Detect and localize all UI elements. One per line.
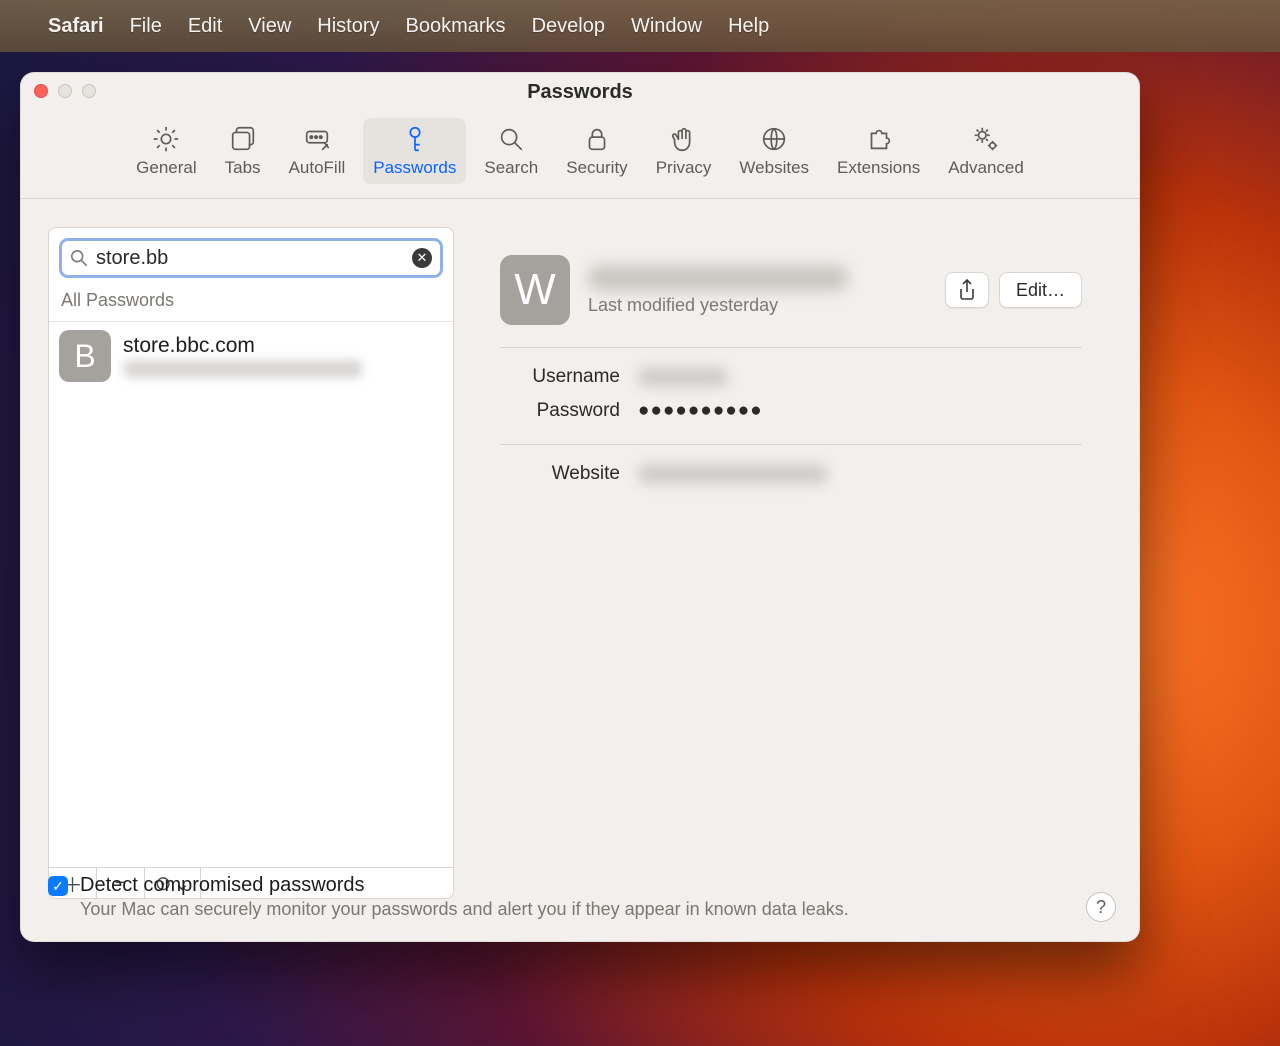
toolbar-extensions[interactable]: Extensions (827, 118, 930, 184)
detail-title-redacted (588, 265, 848, 291)
password-search-field[interactable]: ✕ (59, 238, 443, 278)
menu-view[interactable]: View (248, 15, 291, 38)
clear-search-button[interactable]: ✕ (412, 248, 432, 268)
search-icon (496, 124, 526, 154)
share-icon (957, 279, 977, 301)
preferences-toolbar: General Tabs AutoFill Passwords Search S… (20, 112, 1140, 199)
toolbar-tabs[interactable]: Tabs (215, 118, 271, 184)
entry-username-redacted (123, 360, 363, 378)
toolbar-privacy-label: Privacy (656, 158, 712, 178)
detail-avatar: W (500, 255, 570, 325)
detect-compromised-label: Detect compromised passwords (80, 874, 849, 897)
toolbar-search[interactable]: Search (474, 118, 548, 184)
menubar: Safari File Edit View History Bookmarks … (0, 0, 1280, 52)
username-label: Username (500, 366, 620, 388)
preferences-window: Passwords General Tabs AutoFill Password… (20, 72, 1140, 942)
entry-avatar: B (59, 330, 111, 382)
toolbar-tabs-label: Tabs (225, 158, 261, 178)
menu-bookmarks[interactable]: Bookmarks (406, 15, 506, 38)
toolbar-general-label: General (136, 158, 196, 178)
menu-develop[interactable]: Develop (532, 15, 605, 38)
password-search-input[interactable] (96, 247, 404, 270)
toolbar-security[interactable]: Security (556, 118, 637, 184)
menu-history[interactable]: History (317, 15, 379, 38)
toolbar-autofill-label: AutoFill (289, 158, 346, 178)
edit-button[interactable]: Edit… (999, 272, 1082, 308)
magnifier-icon (70, 249, 88, 267)
menu-file[interactable]: File (130, 15, 162, 38)
toolbar-advanced-label: Advanced (948, 158, 1024, 178)
window-footer: ✓ Detect compromised passwords Your Mac … (20, 858, 1140, 942)
password-detail-panel: W Last modified yesterday Edit… Username (470, 227, 1112, 899)
passwords-sidebar: ✕ All Passwords B store.bbc.com ＋ − (48, 227, 454, 899)
toolbar-advanced[interactable]: Advanced (938, 118, 1034, 184)
toolbar-general[interactable]: General (126, 118, 206, 184)
toolbar-security-label: Security (566, 158, 627, 178)
password-label: Password (500, 400, 620, 422)
gear-icon (151, 124, 181, 154)
gears-icon (971, 124, 1001, 154)
puzzle-icon (864, 124, 894, 154)
website-label: Website (500, 463, 620, 485)
password-entry[interactable]: B store.bbc.com (49, 322, 453, 390)
window-title: Passwords (20, 81, 1140, 104)
lock-icon (582, 124, 612, 154)
menu-window[interactable]: Window (631, 15, 702, 38)
toolbar-websites[interactable]: Websites (729, 118, 819, 184)
autofill-icon (302, 124, 332, 154)
toolbar-passwords[interactable]: Passwords (363, 118, 466, 184)
passwords-list[interactable]: B store.bbc.com (49, 322, 453, 867)
toolbar-privacy[interactable]: Privacy (646, 118, 722, 184)
share-button[interactable] (945, 272, 989, 308)
username-value-redacted[interactable] (638, 367, 728, 387)
toolbar-search-label: Search (484, 158, 538, 178)
globe-icon (759, 124, 789, 154)
detect-compromised-description: Your Mac can securely monitor your passw… (80, 899, 849, 920)
desktop: Safari File Edit View History Bookmarks … (0, 0, 1280, 1046)
toolbar-passwords-label: Passwords (373, 158, 456, 178)
all-passwords-header: All Passwords (49, 284, 453, 322)
key-icon (400, 124, 430, 154)
entry-site: store.bbc.com (123, 334, 363, 358)
titlebar: Passwords (20, 72, 1140, 112)
detect-compromised-checkbox[interactable]: ✓ (48, 876, 68, 896)
toolbar-websites-label: Websites (739, 158, 809, 178)
tabs-icon (228, 124, 258, 154)
toolbar-extensions-label: Extensions (837, 158, 920, 178)
last-modified-label: Last modified yesterday (588, 295, 927, 316)
menu-help[interactable]: Help (728, 15, 769, 38)
menu-edit[interactable]: Edit (188, 15, 222, 38)
password-value[interactable]: ●●●●●●●●●● (638, 400, 763, 422)
website-value-redacted[interactable] (638, 464, 828, 484)
hand-icon (669, 124, 699, 154)
toolbar-autofill[interactable]: AutoFill (279, 118, 356, 184)
help-button[interactable]: ? (1086, 892, 1116, 922)
app-menu-safari[interactable]: Safari (48, 15, 104, 38)
